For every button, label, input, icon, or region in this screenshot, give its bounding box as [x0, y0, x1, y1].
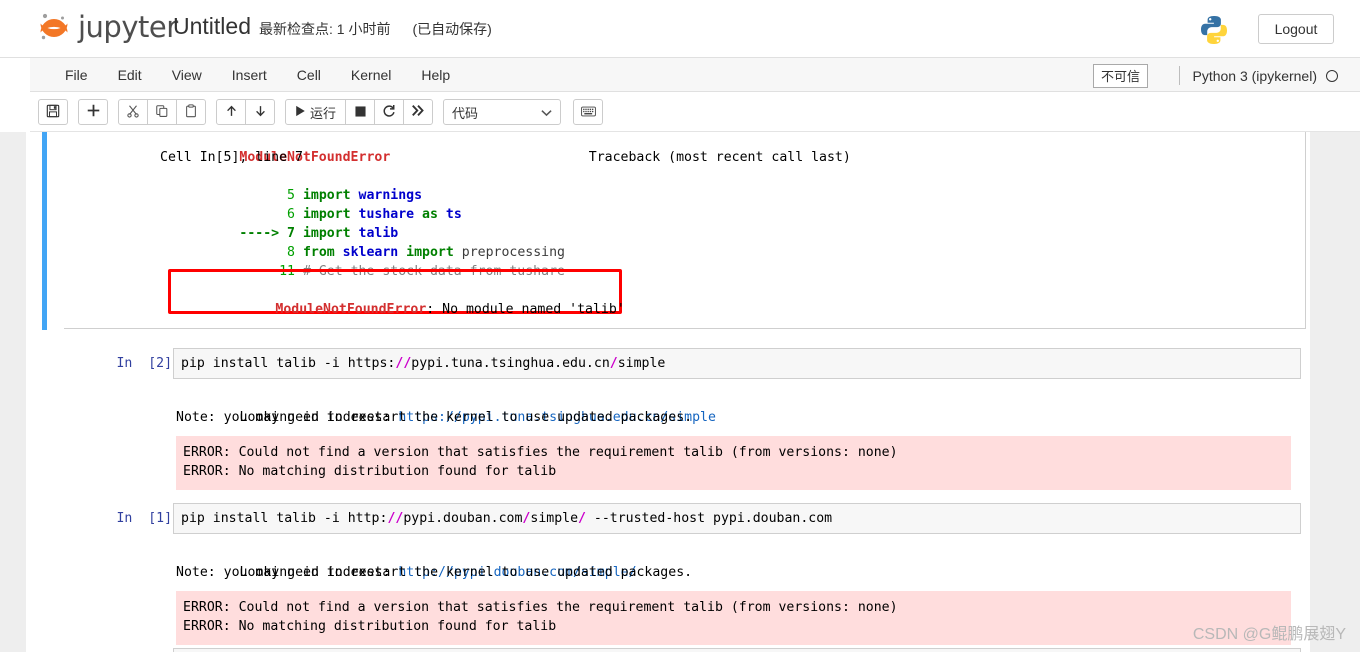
cell-prompt-in-1: In [1]: [116, 511, 180, 526]
scissors-icon [126, 104, 140, 121]
trust-badge-label: 不可信 [1100, 69, 1140, 84]
toolbar-group-palette [573, 99, 604, 125]
copy-button[interactable] [147, 99, 177, 125]
floppy-disk-icon [46, 104, 60, 121]
checkpoint-label: 最新检查点: 1 小时前 [258, 21, 391, 37]
kernel-indicator: Python 3 (ipykernel) [1179, 66, 1338, 85]
menu-insert-label: Insert [231, 67, 267, 83]
command-palette-button[interactable] [573, 99, 604, 125]
traceback-header-right: Traceback (most recent call last) [588, 150, 851, 166]
toolbar-inner: 运行 代码 [30, 92, 1360, 132]
menu-help-label: Help [421, 67, 451, 83]
notebook-title-area: Untitled 最新检查点: 1 小时前 (已自动保存) [173, 13, 492, 40]
selected-cell-indicator [42, 132, 47, 330]
code-cell-1[interactable]: In [1]: pip install talib -i http://pypi… [42, 495, 1302, 645]
autosave-label: (已自动保存) [412, 21, 492, 37]
menu-kernel[interactable]: Kernel [336, 58, 406, 92]
notebook-name[interactable]: Untitled [173, 13, 251, 40]
keyboard-icon [580, 105, 596, 120]
play-triangle-icon [295, 105, 306, 120]
cut-button[interactable] [118, 99, 148, 125]
trust-badge[interactable]: 不可信 [1092, 64, 1148, 88]
menu-edit-label: Edit [117, 67, 142, 83]
cell-error-output-1: ERROR: Could not find a version that sat… [176, 591, 1291, 645]
run-button[interactable]: 运行 [285, 99, 347, 125]
cell-type-value: 代码 [452, 105, 479, 121]
chevron-down-icon [541, 105, 552, 120]
page-gutter-right [1310, 132, 1360, 652]
menu-items: File Edit View Insert Cell Kernel Help [30, 58, 1360, 92]
page-gutter-left [0, 132, 26, 652]
menu-kernel-label: Kernel [350, 67, 392, 83]
menu-file[interactable]: File [50, 58, 103, 92]
paste-icon [184, 103, 198, 121]
plus-icon [87, 104, 100, 120]
menu-view-label: View [171, 67, 202, 83]
toolbar: 运行 代码 [30, 92, 1360, 132]
kernel-separator [1179, 66, 1181, 85]
error-line-1-1: ERROR: No matching distribution found fo… [183, 619, 557, 635]
toolbar-group-run: 运行 [285, 99, 434, 125]
move-cell-down-button[interactable] [245, 99, 275, 125]
notebook-body: ModuleNotFoundError Traceback (most rece… [26, 132, 1310, 652]
menu-help[interactable]: Help [406, 58, 465, 92]
cell-type-select[interactable]: 代码 [443, 99, 562, 125]
jupyter-logo[interactable]: jupyter [36, 9, 178, 45]
toolbar-group-move [216, 99, 275, 125]
toolbar-group-clipboard [118, 99, 206, 125]
menu-file-label: File [65, 67, 88, 83]
cell-traceback-output[interactable]: ModuleNotFoundError Traceback (most rece… [42, 132, 1306, 330]
restart-and-run-all-button[interactable] [403, 99, 434, 125]
double-chevron-right-icon [411, 104, 425, 120]
menu-bar: File Edit View Insert Cell Kernel Help 不… [30, 58, 1360, 92]
traceback-output-area: ModuleNotFoundError Traceback (most rece… [64, 132, 1306, 329]
error-line-1-0: ERROR: Could not find a version that sat… [183, 600, 898, 615]
cell-input-partial-next[interactable] [173, 648, 1301, 652]
cell-source-2: pip install talib -i https://pypi.tuna.t… [181, 356, 666, 371]
stop-square-icon [354, 105, 366, 120]
cell-source-1: pip install talib -i http://pypi.douban.… [181, 511, 833, 526]
cell-output-note-1: Note: you may need to restart the kernel… [176, 565, 693, 580]
menu-view[interactable]: View [157, 58, 217, 92]
error-line-2-1: ERROR: No matching distribution found fo… [183, 464, 557, 480]
app-header: jupyter Untitled 最新检查点: 1 小时前 (已自动保存) Lo… [0, 0, 1360, 58]
insert-cell-below-button[interactable] [78, 99, 108, 125]
toolbar-group-insert [78, 99, 108, 125]
cell-input-2[interactable]: pip install talib -i https://pypi.tuna.t… [173, 348, 1301, 379]
jupyter-logo-icon [36, 9, 72, 45]
copy-icon [155, 104, 169, 121]
final-error-name: ModuleNotFoundError [275, 302, 427, 318]
kernel-idle-circle-icon[interactable] [1326, 69, 1338, 82]
restart-kernel-button[interactable] [374, 99, 405, 125]
toolbar-group-save [38, 99, 68, 125]
menu-cell-label: Cell [296, 67, 321, 83]
arrow-up-icon [225, 104, 238, 121]
paste-button[interactable] [176, 99, 206, 125]
restart-circular-arrow-icon [382, 104, 396, 121]
save-button[interactable] [38, 99, 68, 125]
run-label: 运行 [310, 105, 337, 121]
traceback-cell-line: Cell In[5], line 7 [160, 150, 303, 165]
error-line-2-0: ERROR: Could not find a version that sat… [183, 445, 898, 460]
jupyter-wordmark: jupyter [78, 10, 178, 44]
cell-error-output-2: ERROR: Could not find a version that sat… [176, 436, 1291, 490]
jupyter-notebook-app: jupyter Untitled 最新检查点: 1 小时前 (已自动保存) Lo… [0, 0, 1360, 652]
logout-button[interactable]: Logout [1258, 14, 1334, 44]
menu-cell[interactable]: Cell [282, 58, 336, 92]
traceback-final-error: ModuleNotFoundError: No module named 'ta… [196, 281, 625, 339]
logout-label: Logout [1274, 21, 1318, 37]
menu-insert[interactable]: Insert [217, 58, 282, 92]
cell-output-note-2: Note: you may need to restart the kernel… [176, 410, 693, 425]
cell-prompt-in-2: In [2]: [116, 356, 180, 371]
move-cell-up-button[interactable] [216, 99, 246, 125]
code-cell-2[interactable]: In [2]: pip install talib -i https://pyp… [42, 340, 1302, 490]
interrupt-kernel-button[interactable] [345, 99, 376, 125]
arrow-down-icon [254, 104, 267, 121]
final-error-message: : No module named 'talib' [426, 302, 625, 318]
cell-input-1[interactable]: pip install talib -i http://pypi.douban.… [173, 503, 1301, 534]
menu-edit[interactable]: Edit [103, 58, 157, 92]
kernel-name-label: Python 3 (ipykernel) [1192, 67, 1317, 84]
python-logo-icon [1198, 14, 1230, 46]
